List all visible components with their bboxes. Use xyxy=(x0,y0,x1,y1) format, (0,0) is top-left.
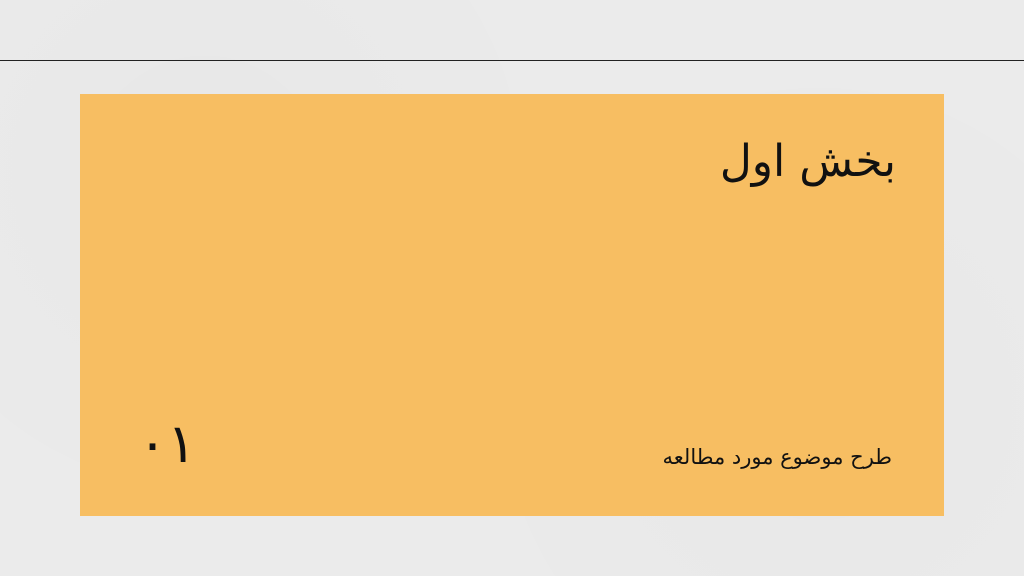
top-divider-line xyxy=(0,60,1024,61)
section-card: بخش اول ۰۱ طرح موضوع مورد مطالعه xyxy=(80,94,944,516)
section-title: بخش اول xyxy=(719,136,896,187)
section-subtitle: طرح موضوع مورد مطالعه xyxy=(662,445,892,469)
section-number: ۰۱ xyxy=(138,412,197,475)
slide: بخش اول ۰۱ طرح موضوع مورد مطالعه xyxy=(0,0,1024,576)
